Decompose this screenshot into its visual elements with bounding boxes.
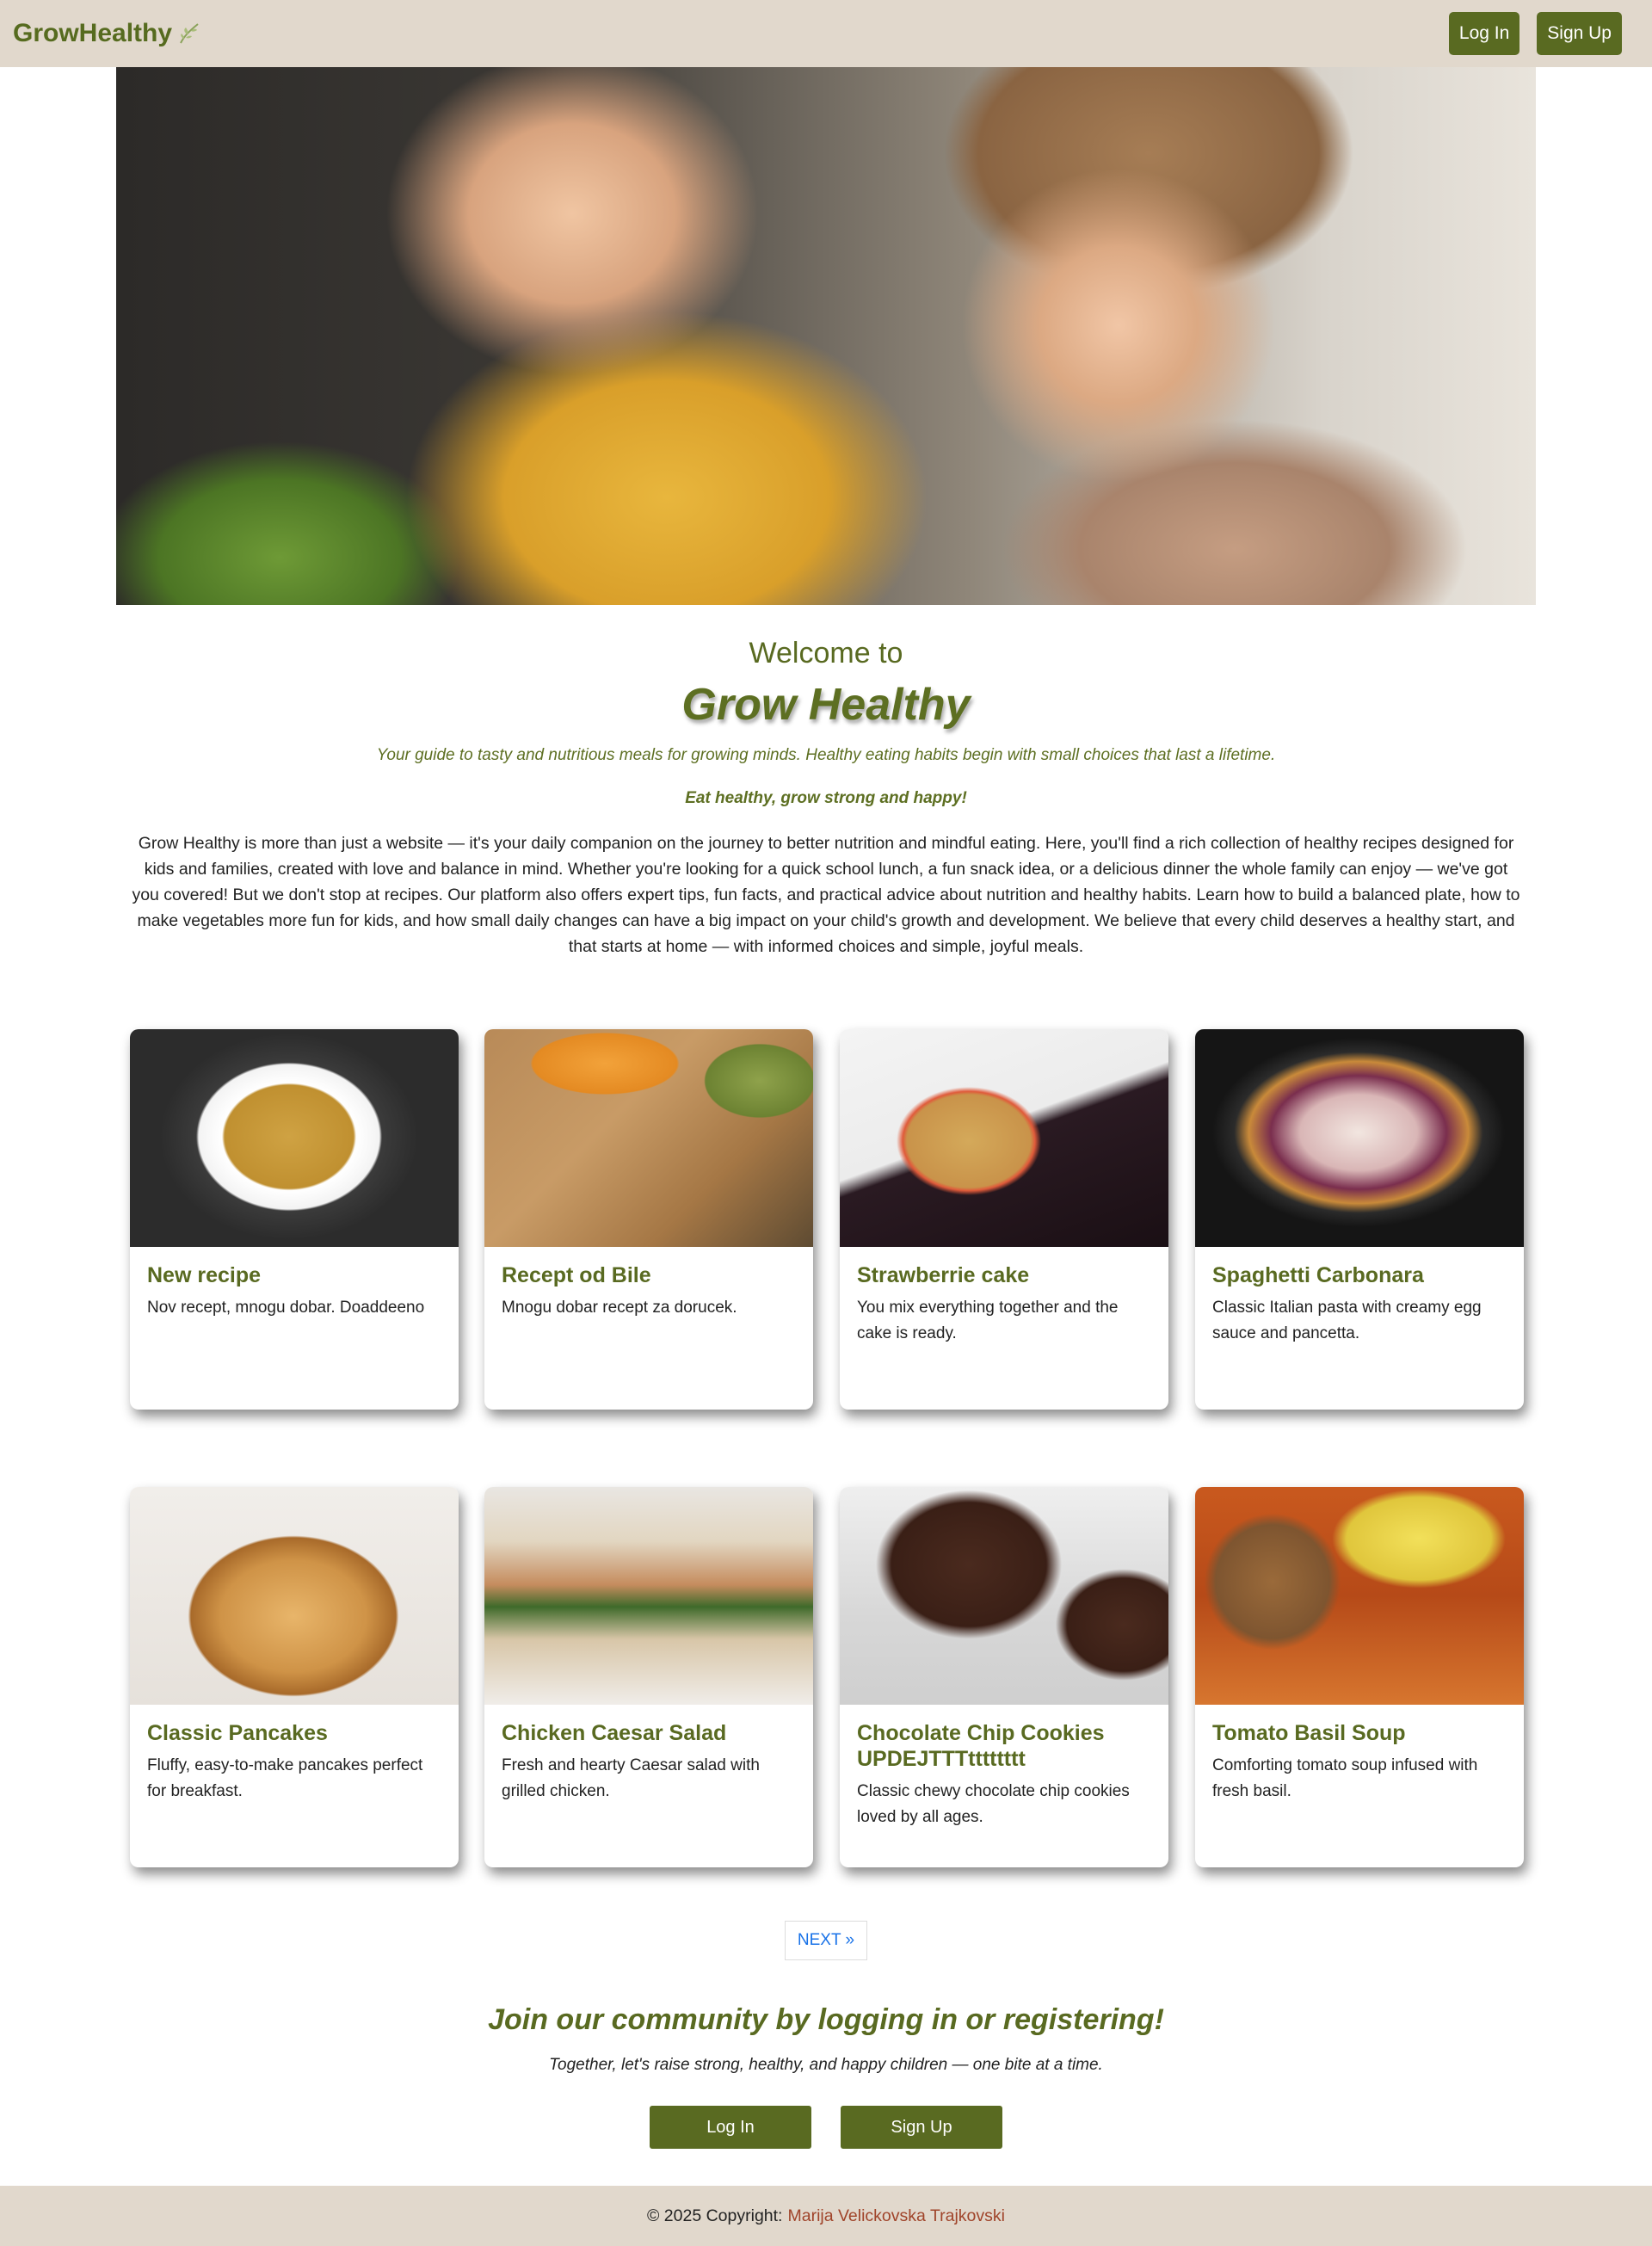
login-button[interactable]: Log In xyxy=(1448,12,1520,55)
footer: © 2025 Copyright: Marija Velickovska Tra… xyxy=(0,2186,1652,2246)
recipe-image[interactable] xyxy=(840,1029,1168,1247)
recipe-description: Comforting tomato soup infused with fres… xyxy=(1212,1756,1478,1800)
recipe-image[interactable] xyxy=(1195,1487,1524,1705)
recipe-title[interactable]: Recept od Bile xyxy=(502,1262,796,1288)
recipe-title[interactable]: Classic Pancakes xyxy=(147,1720,441,1746)
recipe-description: You mix everything together and the cake… xyxy=(857,1299,1119,1342)
recipe-image[interactable] xyxy=(484,1487,813,1705)
recipe-image[interactable] xyxy=(1195,1029,1524,1247)
recipe-description: Classic chewy chocolate chip cookies lov… xyxy=(857,1782,1130,1826)
recipe-title[interactable]: Tomato Basil Soup xyxy=(1212,1720,1507,1746)
author-link[interactable]: Marija Velickovska Trajkovski xyxy=(787,2206,1005,2226)
join-login-button[interactable]: Log In xyxy=(650,2106,811,2149)
recipe-title[interactable]: Spaghetti Carbonara xyxy=(1212,1262,1507,1288)
recipe-title[interactable]: Chocolate Chip Cookies UPDEJTTTtttttttt xyxy=(857,1720,1151,1772)
join-heading: Join our community by logging in or regi… xyxy=(488,2003,1164,2036)
recipe-card[interactable]: Spaghetti Carbonara Classic Italian past… xyxy=(1195,1029,1524,1410)
recipe-card[interactable]: New recipe Nov recept, mnogu dobar. Doad… xyxy=(130,1029,459,1410)
join-section: Join our community by logging in or regi… xyxy=(0,2003,1652,2149)
recipe-description: Fresh and hearty Caesar salad with grill… xyxy=(502,1756,760,1800)
brand-name[interactable]: GrowHealthy xyxy=(13,19,172,48)
leaf-icon xyxy=(180,23,199,44)
recipe-title[interactable]: New recipe xyxy=(147,1262,441,1288)
recipe-card[interactable]: Strawberrie cake You mix everything toge… xyxy=(840,1029,1168,1410)
recipe-description: Mnogu dobar recept za dorucek. xyxy=(502,1299,737,1317)
recipe-image[interactable] xyxy=(840,1487,1168,1705)
welcome-section: Welcome to Grow Healthy Your guide to ta… xyxy=(0,637,1652,808)
page-title: Grow Healthy xyxy=(681,680,971,730)
recipe-description: Fluffy, easy-to-make pancakes perfect fo… xyxy=(147,1756,423,1800)
recipe-title[interactable]: Strawberrie cake xyxy=(857,1262,1151,1288)
recipe-card[interactable]: Chicken Caesar Salad Fresh and hearty Ca… xyxy=(484,1487,813,1867)
join-subtitle: Together, let's raise strong, healthy, a… xyxy=(549,2056,1103,2074)
tagline: Your guide to tasty and nutritious meals… xyxy=(376,746,1276,764)
brand-logo[interactable]: GrowHealthy xyxy=(13,19,201,48)
copyright-text: © 2025 Copyright: xyxy=(647,2206,783,2225)
join-actions: Log In Sign Up xyxy=(0,2106,1652,2149)
recipe-image[interactable] xyxy=(130,1029,459,1247)
recipe-card[interactable]: Tomato Basil Soup Comforting tomato soup… xyxy=(1195,1487,1524,1867)
join-signup-button[interactable]: Sign Up xyxy=(841,2106,1002,2149)
signup-button[interactable]: Sign Up xyxy=(1537,12,1622,55)
recipe-image[interactable] xyxy=(130,1487,459,1705)
recipe-image[interactable] xyxy=(484,1029,813,1247)
recipe-card[interactable]: Recept od Bile Mnogu dobar recept za dor… xyxy=(484,1029,813,1410)
motto: Eat healthy, grow strong and happy! xyxy=(685,789,967,807)
recipe-description: Classic Italian pasta with creamy egg sa… xyxy=(1212,1299,1482,1342)
recipe-title[interactable]: Chicken Caesar Salad xyxy=(502,1720,796,1746)
about-text: Grow Healthy is more than just a website… xyxy=(132,834,1520,956)
welcome-heading: Welcome to xyxy=(749,637,903,669)
nav-actions: Log In Sign Up xyxy=(1448,12,1622,55)
hero-image xyxy=(116,67,1536,605)
recipe-card[interactable]: Chocolate Chip Cookies UPDEJTTTtttttttt … xyxy=(840,1487,1168,1867)
recipe-description: Nov recept, mnogu dobar. Doaddeeno xyxy=(147,1299,425,1317)
next-page-button[interactable]: NEXT » xyxy=(785,1921,867,1960)
navbar: GrowHealthy Log In Sign Up xyxy=(0,0,1652,67)
recipe-card[interactable]: Classic Pancakes Fluffy, easy-to-make pa… xyxy=(130,1487,459,1867)
